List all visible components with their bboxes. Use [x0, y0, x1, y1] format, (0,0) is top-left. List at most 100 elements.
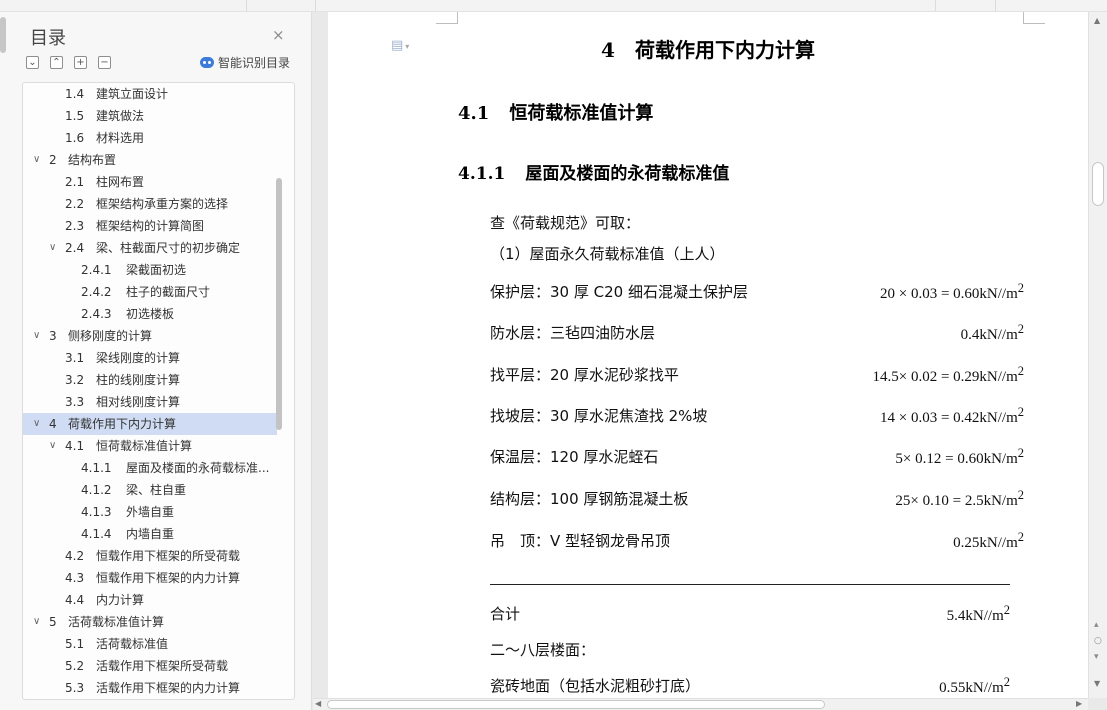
load-row: 找平层：20 厚水泥砂浆找平 14.5× 0.02 = 0.29kN//m2	[490, 364, 1024, 386]
toc-item[interactable]: 2.1 柱网布置	[23, 171, 277, 193]
toc-item[interactable]: ∨ 2 结构布置	[23, 149, 277, 171]
heading-number: 4.1	[458, 103, 490, 124]
toc-item[interactable]: 4.4 内力计算	[23, 589, 277, 611]
expand-caret-icon[interactable]: ∨	[33, 149, 40, 171]
value-exponent: 2	[1017, 488, 1024, 502]
value-text: 20 × 0.03 = 0.60kN//m	[879, 286, 1018, 302]
value-exponent: 2	[1017, 405, 1024, 419]
remove-entry-button[interactable]: −	[98, 56, 111, 69]
load-row: 找坡层：30 厚水泥焦渣找 2%坡 14 × 0.03 = 0.42kN//m2	[490, 405, 1024, 427]
toc-item-label: 外墙自重	[126, 505, 175, 519]
toc-item[interactable]: 2.3 框架结构的计算简图	[23, 215, 277, 237]
vertical-scrollbar[interactable]: ▲ ▴ ○ ▾ ▼	[1088, 12, 1107, 698]
panel-edge-scrollbar[interactable]	[0, 17, 6, 53]
scroll-right-icon[interactable]: ▶	[1076, 699, 1082, 708]
smart-toc-button[interactable]: 智能识别目录	[200, 54, 290, 71]
toc-item-label: 荷载作用下内力计算	[68, 417, 177, 431]
expand-caret-icon[interactable]: ∨	[33, 413, 40, 435]
toc-item[interactable]: 4.1.3 外墙自重	[23, 501, 277, 523]
add-entry-button[interactable]: +	[74, 56, 87, 69]
scroll-up-icon[interactable]: ▲	[1094, 16, 1100, 25]
toc-item-number: 4.1	[65, 439, 85, 453]
toc-item-number: 2.4.2	[81, 285, 112, 299]
collapse-all-button[interactable]: ⌄	[26, 56, 39, 69]
toc-item[interactable]: 2.2 框架结构承重方案的选择	[23, 193, 277, 215]
toc-item[interactable]: ∨ 4 荷载作用下内力计算	[23, 413, 277, 435]
toc-item-number: 2	[49, 153, 57, 167]
horizontal-scroll-thumb[interactable]	[327, 700, 825, 709]
toc-item[interactable]: 2.4.3 初选楼板	[23, 303, 277, 325]
crop-mark	[1023, 12, 1045, 24]
load-label: 找平层：20 厚水泥砂浆找平	[490, 366, 679, 384]
toc-item[interactable]: 2.4.1 梁截面初选	[23, 259, 277, 281]
toc-item-label: 侧移刚度的计算	[68, 329, 153, 343]
select-browse-object-icon[interactable]: ○	[1094, 636, 1102, 646]
value-exponent: 2	[1003, 675, 1010, 689]
toc-item[interactable]: ∨ 2.4 梁、柱截面尺寸的初步确定	[23, 237, 277, 259]
toc-item-label: 活载作用下框架所受荷载	[96, 659, 229, 673]
toc-item-number: 2.4.1	[81, 263, 112, 277]
toc-item[interactable]: 5.1 活荷载标准值	[23, 633, 277, 655]
toc-item[interactable]: 5.3 活载作用下框架的内力计算	[23, 677, 277, 699]
value-text: 14.5× 0.02 = 0.29kN//m	[872, 369, 1018, 385]
load-row: 结构层：100 厚钢筋混凝土板 25× 0.10 = 2.5kN/m2	[490, 488, 1024, 510]
value-text: 5× 0.12 = 0.60kN/m	[895, 451, 1018, 467]
load-value: 20 × 0.03 = 0.60kN//m2	[880, 281, 1024, 303]
expand-caret-icon[interactable]: ∨	[33, 325, 40, 347]
toc-item-number: 4	[49, 417, 57, 431]
horizontal-scrollbar[interactable]: ◀ ▶	[313, 698, 1088, 710]
total-row: 合计 5.4kN//m2	[490, 603, 1010, 625]
expand-caret-icon[interactable]: ∨	[33, 611, 40, 633]
previous-page-icon[interactable]: ▴	[1094, 620, 1099, 630]
load-label: 防水层：三毡四油防水层	[490, 324, 656, 342]
toc-item[interactable]: 4.1.1 屋面及楼面的永荷载标准...	[23, 457, 277, 479]
toc-item-label: 梁线刚度的计算	[96, 351, 181, 365]
value-exponent: 2	[1017, 322, 1024, 336]
toc-item[interactable]: 1.5 建筑做法	[23, 105, 277, 127]
toc-item[interactable]: 4.1.4 内墙自重	[23, 523, 277, 545]
toc-item-number: 4.1.2	[81, 483, 112, 497]
expand-caret-icon[interactable]: ∨	[49, 237, 56, 259]
toc-item[interactable]: 4.3 恒载作用下框架的内力计算	[23, 567, 277, 589]
toc-item[interactable]: 5.2 活载作用下框架所受荷载	[23, 655, 277, 677]
toc-item[interactable]: 3.3 相对线刚度计算	[23, 391, 277, 413]
toc-item[interactable]: 3.2 柱的线刚度计算	[23, 369, 277, 391]
paragraph: 查《荷载规范》可取：	[490, 214, 641, 232]
toc-item-number: 3.2	[65, 373, 85, 387]
load-row: 吊 顶：V 型轻钢龙骨吊顶 0.25kN//m2	[490, 530, 1024, 552]
vertical-scroll-thumb[interactable]	[1092, 162, 1104, 206]
heading-text: 恒荷载标准值计算	[509, 103, 654, 124]
toc-item[interactable]: ∨ 5 活荷载标准值计算	[23, 611, 277, 633]
value-exponent: 2	[1017, 281, 1024, 295]
toc-item-label: 恒载作用下框架的所受荷载	[96, 549, 241, 563]
top-strip-segment	[0, 0, 247, 11]
toc-item-number: 4.1.4	[81, 527, 112, 541]
document-page: ▤ ▾ 4 荷载作用下内力计算 4.1 恒荷载标准值计算 4.1.1 屋面及楼面的永荷载…	[328, 12, 1088, 698]
scroll-left-icon[interactable]: ◀	[315, 699, 321, 708]
toc-item[interactable]: 4.1.2 梁、柱自重	[23, 479, 277, 501]
toc-item-number: 3.3	[65, 395, 85, 409]
toc-item[interactable]: 2.4.2 柱子的截面尺寸	[23, 281, 277, 303]
scroll-down-icon[interactable]: ▼	[1094, 679, 1100, 688]
load-value: 14.5× 0.02 = 0.29kN//m2	[872, 364, 1024, 386]
close-icon[interactable]: ×	[272, 26, 285, 44]
toc-item-label: 活荷载标准值	[96, 637, 169, 651]
toc-scrollbar[interactable]	[276, 178, 282, 430]
toc-item[interactable]: 4.2 恒载作用下框架的所受荷载	[23, 545, 277, 567]
toc-item[interactable]: 1.4 建筑立面设计	[23, 83, 277, 105]
toc-list: 1.4 建筑立面设计 1.5 建筑做法 1.6 材料选用 ∨ 2 结构布置 2.1 柱网布置 2.2 框…	[22, 82, 295, 700]
expand-all-button[interactable]: ⌃	[50, 56, 63, 69]
value-text: 14 × 0.03 = 0.42kN//m	[879, 410, 1018, 426]
next-page-icon[interactable]: ▾	[1094, 652, 1099, 662]
expand-caret-icon[interactable]: ∨	[49, 435, 56, 457]
smart-toc-label: 智能识别目录	[218, 56, 291, 70]
toc-item[interactable]: ∨ 3 侧移刚度的计算	[23, 325, 277, 347]
toc-item-label: 内墙自重	[126, 527, 175, 541]
value-exponent: 2	[1017, 364, 1024, 378]
toc-item-label: 框架结构的计算简图	[96, 219, 205, 233]
toc-item-number: 4.3	[65, 571, 85, 585]
toc-item[interactable]: 1.6 材料选用	[23, 127, 277, 149]
toc-item[interactable]: ∨ 4.1 恒荷载标准值计算	[23, 435, 277, 457]
load-row: 瓷砖地面（包括水泥粗砂打底） 0.55kN//m2	[490, 675, 1010, 697]
toc-item[interactable]: 3.1 梁线刚度的计算	[23, 347, 277, 369]
